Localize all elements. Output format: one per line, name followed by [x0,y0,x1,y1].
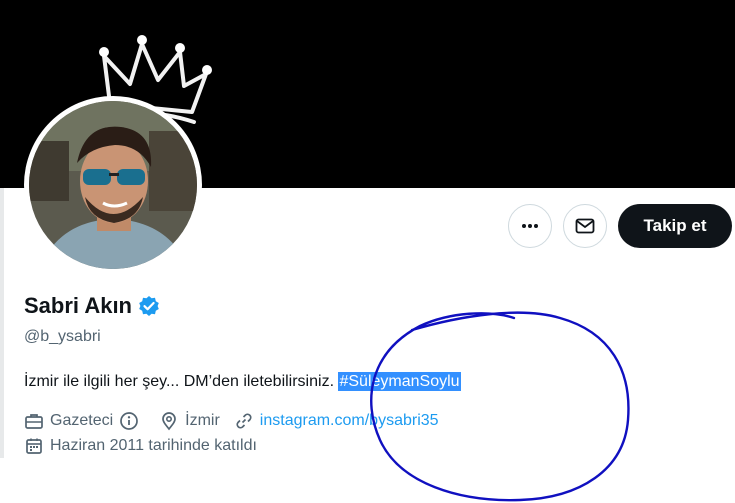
more-button[interactable] [508,204,552,248]
website-link[interactable]: instagram.com/bysabri35 [260,412,439,430]
location-pin-icon [162,412,176,431]
profile-name-row: Sabri Akın [24,293,160,319]
location-label: İzmir [185,412,220,429]
profession-label: Gazeteci [50,412,114,429]
profile-handle: @b_ysabri [24,328,101,345]
link-icon [236,413,252,429]
joined-item: Haziran 2011 tarihinde katıldı [24,436,257,456]
info-icon[interactable] [119,411,139,431]
location-item: İzmir [159,411,220,431]
profession-item: Gazeteci [24,411,145,431]
profile-meta-row: Gazeteci İzmir instagram.com/bysabri35 [24,411,453,431]
message-button[interactable] [563,204,607,248]
envelope-icon [575,218,595,234]
verified-badge-icon [139,296,159,316]
website-item[interactable]: instagram.com/bysabri35 [234,411,439,431]
more-icon [522,224,538,228]
avatar[interactable] [24,96,202,274]
joined-row: Haziran 2011 tarihinde katıldı [24,436,271,456]
profile-name: Sabri Akın [24,293,132,318]
briefcase-icon [25,414,43,429]
bio-hashtag-link[interactable]: #SüleymanSoylu [338,372,461,391]
joined-label: Haziran 2011 tarihinde katıldı [50,437,257,454]
calendar-icon [26,438,42,454]
column-divider [0,188,4,458]
profile-bio: İzmir ile ilgili her şey... DM’den ilete… [24,372,461,391]
bio-text: İzmir ile ilgili her şey... DM’den ilete… [24,373,335,390]
avatar-photo [29,101,197,269]
follow-button[interactable]: Takip et [618,204,732,248]
